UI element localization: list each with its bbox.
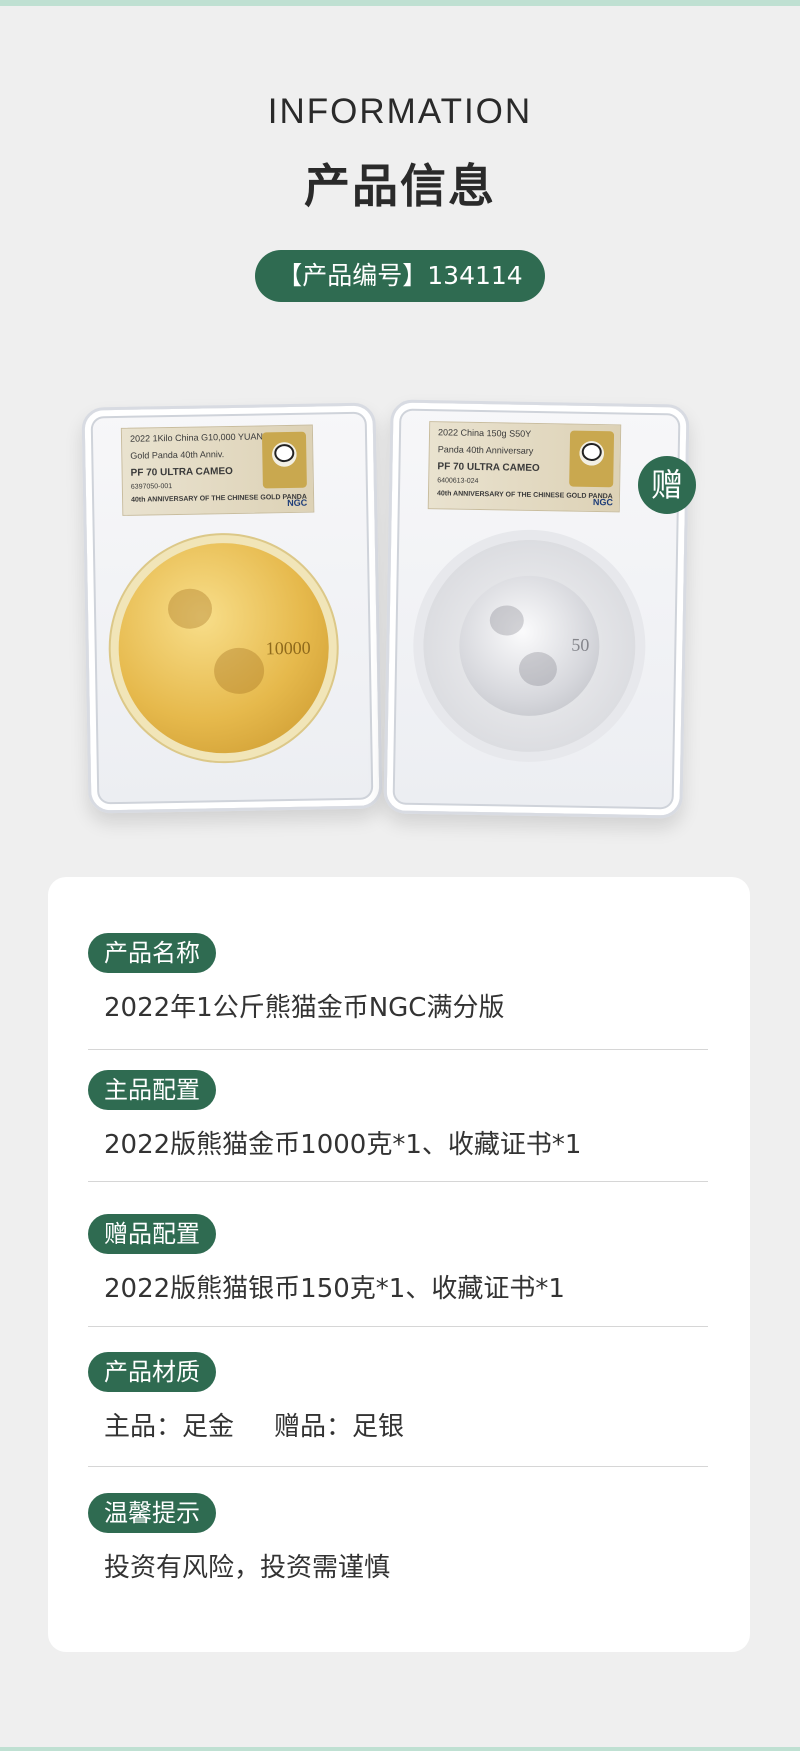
ngc-logo: NGC: [592, 496, 613, 508]
gift-badge: 赠: [638, 456, 696, 514]
gold-coin: 10000: [116, 541, 331, 755]
info-row-product-name: 产品名称 2022年1公斤熊猫金币NGC满分版: [88, 933, 708, 1024]
info-row-notice: 温馨提示 投资有风险，投资需谨慎: [88, 1493, 708, 1584]
silver-label-line1: 2022 China 150g S50Y: [437, 427, 532, 439]
info-value: 投资有风险，投资需谨慎: [104, 1553, 391, 1583]
info-tag: 产品名称: [88, 933, 216, 973]
silver-coin-denomination: 50: [571, 634, 590, 655]
material-main: 主品：足金: [104, 1412, 235, 1442]
divider: [88, 1326, 708, 1327]
top-accent-stripe: [0, 0, 800, 6]
section-title-cn: 产品信息: [304, 159, 496, 213]
gold-label-line1: 2022 1Kilo China G10,000 YUAN: [129, 431, 264, 444]
gold-slab-label: 2022 1Kilo China G10,000 YUAN Gold Panda…: [120, 424, 315, 516]
silver-label-line2: Panda 40th Anniversary: [437, 444, 534, 456]
info-row-main-config: 主品配置 2022版熊猫金币1000克*1、收藏证书*1: [88, 1070, 708, 1161]
gold-label-grade: PF 70 ULTRA CAMEO: [130, 465, 233, 479]
silver-label-grade: PF 70 ULTRA CAMEO: [437, 461, 540, 475]
silver-slab-label: 2022 China 150g S50Y Panda 40th Annivers…: [427, 421, 622, 513]
silver-coin-slab-image: 2022 China 150g S50Y Panda 40th Annivers…: [383, 399, 690, 819]
info-tag: 赠品配置: [88, 1214, 216, 1254]
product-code-badge: 【产品编号】134114: [255, 250, 545, 302]
ngc-logo: NGC: [287, 497, 308, 509]
info-value: 主品：足金 赠品：足银: [88, 1406, 708, 1443]
silver-label-cert: 6400613-024: [437, 477, 479, 485]
info-tag: 温馨提示: [88, 1493, 216, 1533]
product-code-value: 134114: [427, 261, 523, 290]
divider: [88, 1181, 708, 1182]
section-title-en: INFORMATION: [267, 92, 533, 131]
info-value: 2022版熊猫金币1000克*1、收藏证书*1: [104, 1130, 582, 1160]
gold-label-line2: Gold Panda 40th Anniv.: [130, 449, 225, 461]
product-code-label: 【产品编号】: [277, 261, 428, 290]
gold-coin-slab-image: 2022 1Kilo China G10,000 YUAN Gold Panda…: [81, 402, 383, 814]
silver-coin-face: 50: [458, 574, 601, 718]
info-row-material: 产品材质 主品：足金 赠品：足银: [88, 1352, 708, 1443]
info-tag: 主品配置: [88, 1070, 216, 1110]
info-tag: 产品材质: [88, 1352, 216, 1392]
divider: [88, 1049, 708, 1050]
info-row-gift-config: 赠品配置 2022版熊猫银币150克*1、收藏证书*1: [88, 1214, 708, 1305]
divider: [88, 1466, 708, 1467]
material-gift: 赠品：足银: [274, 1412, 405, 1442]
gold-coin-denomination: 10000: [265, 637, 311, 659]
info-value: 2022年1公斤熊猫金币NGC满分版: [104, 993, 505, 1023]
gold-label-cert: 6397050-001: [130, 483, 173, 491]
gold-label-footer: 40th ANNIVERSARY OF THE CHINESE GOLD PAN…: [131, 493, 307, 504]
silver-coin: 50: [421, 538, 638, 754]
product-info-card: 产品名称 2022年1公斤熊猫金币NGC满分版 主品配置 2022版熊猫金币10…: [48, 877, 750, 1652]
silver-label-footer: 40th ANNIVERSARY OF THE CHINESE GOLD PAN…: [436, 490, 613, 501]
panda-emblem-icon: [261, 431, 307, 489]
info-value: 2022版熊猫银币150克*1、收藏证书*1: [104, 1274, 565, 1304]
bottom-accent-stripe: [0, 1747, 800, 1751]
panda-emblem-icon: [569, 430, 615, 488]
